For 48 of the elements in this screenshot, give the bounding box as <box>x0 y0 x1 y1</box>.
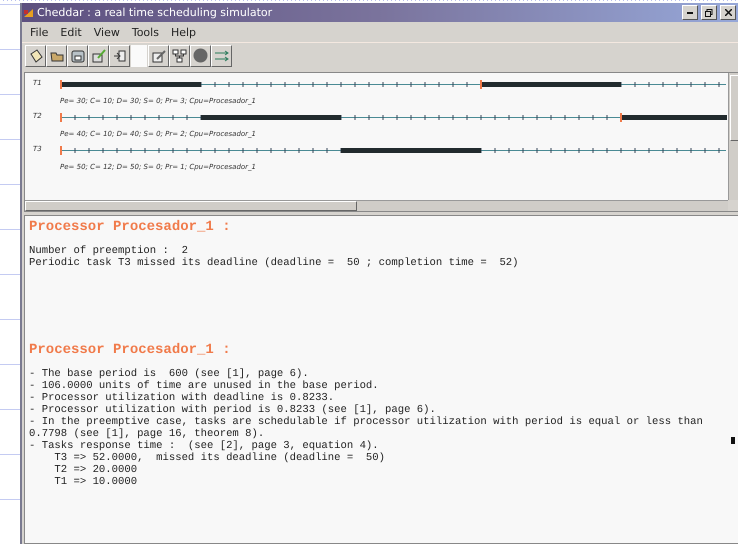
toolbar-field <box>131 44 147 66</box>
menu-item[interactable]: File <box>26 26 52 38</box>
brush-icon <box>92 48 106 62</box>
restore-button[interactable] <box>701 5 717 20</box>
toolbar-button[interactable] <box>88 44 109 66</box>
toolbar-button[interactable] <box>67 44 88 66</box>
restore-icon <box>705 8 713 16</box>
door-icon <box>112 48 126 62</box>
result-line: T3 => 52.0000, missed its deadline (deadline = 50) <box>53 452 386 464</box>
result-line: Periodic task T3 missed its deadline (deadline = 50 ; completion time = 52) <box>29 257 519 269</box>
processor-heading: Processor Procesador_1 : <box>29 219 232 235</box>
scroll-marker <box>731 437 735 444</box>
minimize-icon <box>687 12 693 14</box>
result-line: - Tasks response time : (see [2], page 3, equation 4). <box>29 440 379 452</box>
result-line: - The base period is 600 (see [1], page 6). <box>29 368 309 380</box>
menu-item[interactable]: View <box>90 26 124 38</box>
window-title: Cheddar : a real time scheduling simulator <box>37 6 274 19</box>
cheese-icon <box>24 8 34 18</box>
close-button[interactable] <box>720 5 736 20</box>
result-line: T2 => 20.0000 <box>53 464 138 476</box>
folder-icon <box>50 50 64 62</box>
toolbar-button[interactable] <box>211 44 232 66</box>
processor-heading: Processor Procesador_1 : <box>29 342 232 358</box>
close-icon <box>724 9 732 16</box>
horizontal-scrollbar[interactable] <box>25 200 728 211</box>
arrows-icon <box>214 50 230 62</box>
menu-item[interactable]: Edit <box>56 26 86 38</box>
network-icon <box>172 48 187 62</box>
toolbar-button[interactable] <box>190 44 211 66</box>
toolbar-button[interactable] <box>46 44 67 66</box>
vertical-scrollbar[interactable] <box>728 73 738 200</box>
result-line: - Processor utilization with deadline is 0.8233. <box>29 392 334 404</box>
toolbar-button[interactable] <box>25 44 46 66</box>
toolbar-button[interactable] <box>109 44 130 66</box>
toolbar-button[interactable] <box>148 44 169 66</box>
menu-item[interactable]: Tools <box>128 26 163 38</box>
result-line: 0.7798 (see [1], page 16, theorem 8). <box>29 428 264 440</box>
result-line: - In the preemptive case, tasks are schedulable if processor utilization with period is equal or less than <box>29 416 703 428</box>
result-line: - 106.0000 units of time are unused in the base period. <box>29 380 379 392</box>
result-line: - Processor utilization with period is 0.8233 (see [1], page 6). <box>29 404 436 416</box>
pencil-icon <box>152 48 166 62</box>
minimize-button[interactable] <box>682 5 698 20</box>
page-icon <box>28 48 42 62</box>
result-line: Number of preemption : 2 <box>29 245 188 257</box>
toolbar-button[interactable] <box>169 44 190 66</box>
result-line: T1 => 10.0000 <box>53 476 138 488</box>
circle-icon <box>193 48 208 63</box>
menu-item[interactable]: Help <box>166 26 200 38</box>
